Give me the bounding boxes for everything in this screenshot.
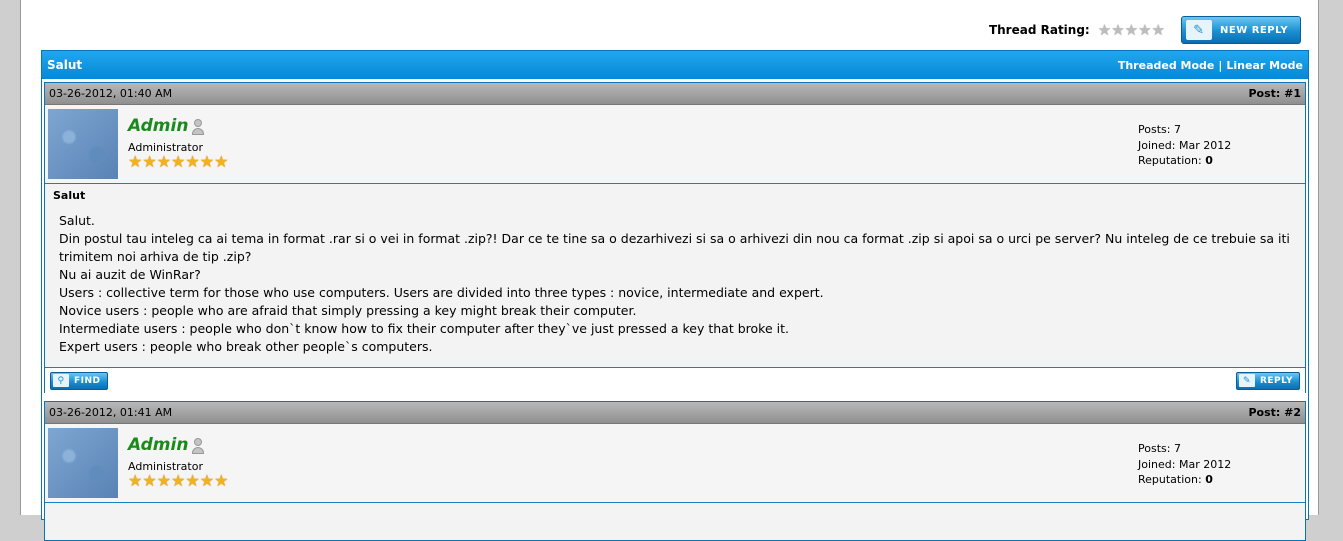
post: 03-26-2012, 01:40 AM Post: #1 Admin Admi… bbox=[44, 82, 1306, 393]
post-subject: Salut bbox=[53, 189, 86, 202]
author-profile: Admin Administrator ★ ★ ★ ★ ★ ★ ★ Posts: 7 Joi… bbox=[45, 105, 1305, 184]
reputation-label: Reputation: bbox=[1138, 473, 1202, 486]
rating-star-icon[interactable]: ★ bbox=[1125, 22, 1138, 38]
avatar[interactable] bbox=[48, 109, 118, 179]
reputation-label: Reputation: bbox=[1138, 154, 1202, 167]
username-link[interactable]: Admin bbox=[128, 435, 188, 455]
rank-star-icon: ★ bbox=[199, 471, 215, 490]
thread-rating-label: Thread Rating: bbox=[988, 23, 1090, 37]
post-date: 03-26-2012, 01:41 AM bbox=[49, 406, 173, 419]
post-message: Salut. Din postul tau inteleg ca ai tema… bbox=[53, 212, 1297, 356]
rating-star-icon[interactable]: ★ bbox=[1138, 22, 1151, 38]
message-line: Salut. bbox=[59, 213, 95, 228]
post-body: Salut Salut. Din postul tau inteleg ca a… bbox=[45, 184, 1305, 367]
posts-value: 7 bbox=[1173, 442, 1181, 455]
rating-star-icon[interactable]: ★ bbox=[1098, 22, 1111, 38]
posts-label: Posts: bbox=[1138, 123, 1171, 136]
post-footer: ⚲ FIND ✎ REPLY bbox=[45, 367, 1305, 393]
message-line: Intermediate users : people who don`t kn… bbox=[59, 321, 789, 336]
posts-value: 7 bbox=[1173, 123, 1181, 136]
rating-star-icon[interactable]: ★ bbox=[1152, 22, 1165, 38]
reputation-value-link[interactable]: 0 bbox=[1205, 473, 1213, 486]
reputation-value-link[interactable]: 0 bbox=[1205, 154, 1213, 167]
rank-star-icon: ★ bbox=[142, 152, 157, 171]
rank-star-icon: ★ bbox=[214, 471, 229, 490]
joined-label: Joined: bbox=[1138, 457, 1176, 471]
rating-stars[interactable]: ★ ★ ★ ★ ★ bbox=[1098, 22, 1165, 38]
thread-toolbar: Thread Rating: ★ ★ ★ ★ ★ ✎ NEW REPLY bbox=[989, 16, 1301, 44]
magnifier-icon: ⚲ bbox=[53, 374, 69, 387]
thread-container: Salut Threaded Mode | Linear Mode 03-26-20… bbox=[41, 50, 1309, 541]
reply-label: REPLY bbox=[1259, 375, 1293, 386]
rank-star-icon: ★ bbox=[199, 152, 215, 171]
user-stats: Posts: 7 Joined: Mar 2012 Reputation: 0 bbox=[1138, 122, 1231, 169]
linear-mode-link[interactable]: Linear Mode bbox=[1226, 59, 1303, 72]
message-line: Nu ai auzit de WinRar? bbox=[59, 267, 201, 282]
user-rank-stars: ★ ★ ★ ★ ★ ★ ★ bbox=[128, 154, 228, 170]
find-label: FIND bbox=[74, 375, 101, 386]
rank-star-icon: ★ bbox=[128, 152, 143, 171]
reply-icon: ✎ bbox=[1186, 20, 1212, 40]
thread-rating: Thread Rating: ★ ★ ★ ★ ★ bbox=[988, 22, 1165, 38]
thread-title: Salut bbox=[47, 58, 83, 72]
post-header: 03-26-2012, 01:41 AM Post: #2 bbox=[45, 402, 1305, 424]
rank-star-icon: ★ bbox=[128, 471, 143, 490]
joined-value: Mar 2012 bbox=[1178, 457, 1232, 471]
find-button[interactable]: ⚲ FIND bbox=[50, 371, 108, 390]
rank-star-icon: ★ bbox=[156, 152, 172, 171]
thread-header: Salut Threaded Mode | Linear Mode bbox=[42, 51, 1308, 79]
page-container: Thread Rating: ★ ★ ★ ★ ★ ✎ NEW REPLY Sal… bbox=[20, 0, 1319, 541]
posts-label: Posts: bbox=[1138, 442, 1171, 455]
message-line: Expert users : people who break other pe… bbox=[59, 339, 433, 354]
message-line: Novice users : people who are afraid tha… bbox=[59, 303, 637, 318]
rank-star-icon: ★ bbox=[142, 471, 157, 490]
rank-star-icon: ★ bbox=[185, 471, 200, 490]
user-rank-stars: ★ ★ ★ ★ ★ ★ ★ bbox=[128, 473, 228, 489]
mode-separator: | bbox=[1218, 58, 1223, 72]
rank-star-icon: ★ bbox=[171, 152, 186, 171]
author-profile: Admin Administrator ★ ★ ★ ★ ★ ★ ★ Posts: 7 Joi… bbox=[45, 424, 1305, 503]
rank-star-icon: ★ bbox=[214, 152, 229, 171]
rank-star-icon: ★ bbox=[171, 471, 186, 490]
threaded-mode-link[interactable]: Threaded Mode bbox=[1118, 59, 1215, 72]
post-number-link[interactable]: Post: #2 bbox=[1248, 406, 1301, 419]
post-header: 03-26-2012, 01:40 AM Post: #1 bbox=[45, 83, 1305, 105]
rating-star-icon[interactable]: ★ bbox=[1111, 22, 1124, 38]
new-reply-button[interactable]: ✎ NEW REPLY bbox=[1181, 16, 1301, 44]
reply-button[interactable]: ✎ REPLY bbox=[1235, 371, 1300, 390]
post-date: 03-26-2012, 01:40 AM bbox=[49, 87, 173, 100]
joined-value: Mar 2012 bbox=[1178, 138, 1232, 152]
new-reply-label: NEW REPLY bbox=[1220, 24, 1289, 36]
rank-star-icon: ★ bbox=[185, 152, 200, 171]
rank-star-icon: ★ bbox=[156, 471, 172, 490]
reply-icon: ✎ bbox=[1238, 374, 1255, 387]
message-line: Din postul tau inteleg ca ai tema in for… bbox=[59, 231, 1290, 264]
message-line: Users : collective term for those who us… bbox=[59, 285, 824, 300]
offline-status-icon bbox=[192, 119, 204, 135]
user-stats: Posts: 7 Joined: Mar 2012 Reputation: 0 bbox=[1138, 441, 1231, 488]
post-number-link[interactable]: Post: #1 bbox=[1248, 87, 1301, 100]
post: 03-26-2012, 01:41 AM Post: #2 Admin Admi… bbox=[44, 401, 1306, 541]
view-modes: Threaded Mode | Linear Mode bbox=[1118, 59, 1303, 72]
joined-label: Joined: bbox=[1138, 138, 1176, 152]
avatar[interactable] bbox=[48, 428, 118, 498]
username-link[interactable]: Admin bbox=[128, 116, 188, 136]
offline-status-icon bbox=[192, 438, 204, 454]
